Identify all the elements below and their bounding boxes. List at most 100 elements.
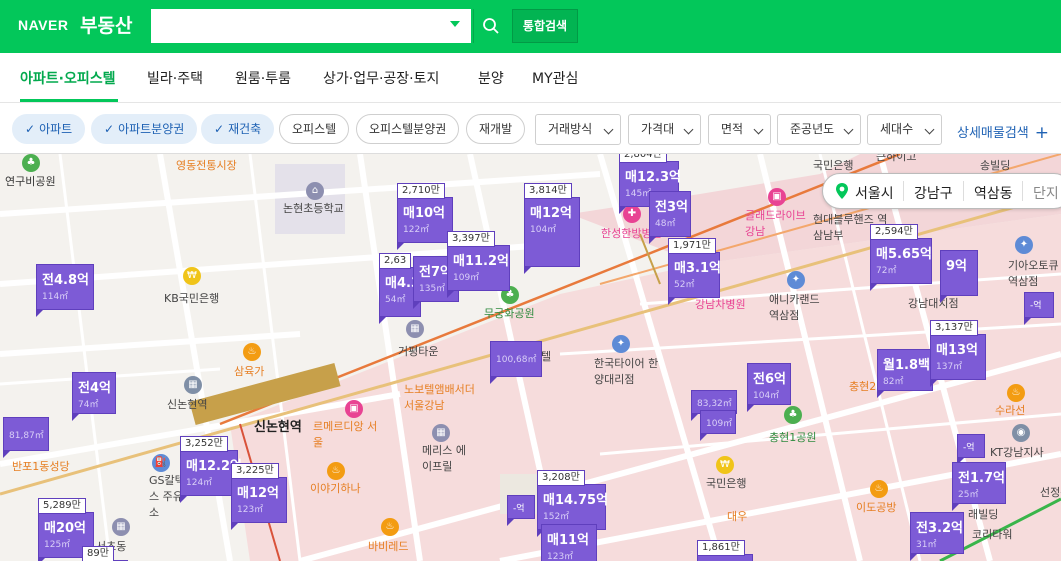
poi-label[interactable]: 한국타이어 한양대리점	[594, 355, 664, 387]
poi-label[interactable]: 강남대치점	[908, 295, 959, 311]
dropdown-trade-type[interactable]: 거래방식	[535, 114, 621, 145]
listing-marker[interactable]: 월1.8백 82㎡	[877, 349, 933, 398]
listing-marker[interactable]: 전1.7억 25㎡	[952, 462, 1006, 511]
listing-marker[interactable]: 전4억 74㎡	[72, 372, 116, 421]
listing-marker[interactable]: 전3억 48㎡	[649, 191, 691, 244]
poi-label[interactable]: 반포1동성당	[12, 458, 70, 474]
listing-marker[interactable]: 1,861만	[697, 540, 753, 561]
listing-marker[interactable]: 81,87㎡	[3, 417, 49, 458]
poi-label[interactable]: 국민은행	[706, 475, 746, 491]
breadcrumb-complex[interactable]: 단지	[1033, 183, 1059, 203]
station-label[interactable]: 신논현역	[254, 416, 302, 435]
listing-marker[interactable]: 3,252만 매12.2억 124㎡	[180, 436, 242, 503]
poi-label[interactable]: 수라선	[995, 402, 1025, 418]
marker-price: 9억	[946, 259, 968, 274]
poi-label[interactable]: 대우	[727, 508, 747, 524]
chip-reconstruction[interactable]: ✓ 재건축	[201, 114, 275, 144]
listing-marker[interactable]: 2,710만 매10억 122㎡	[397, 183, 453, 250]
poi-label[interactable]: 무궁화공원	[484, 305, 535, 321]
listing-marker[interactable]: 3,814만 매12억 104㎡	[524, 183, 580, 274]
tab-villa-house[interactable]: 빌라·주택	[147, 68, 203, 88]
price-per-pyeong: 2,63	[379, 253, 412, 269]
marker-price: 매3.1억	[674, 261, 721, 276]
chip-apartment[interactable]: ✓ 아파트	[12, 114, 86, 144]
poi-label[interactable]: 영동전통시장	[176, 157, 237, 173]
poi-label[interactable]: 글래드라이브 강남	[745, 207, 815, 239]
poi-label[interactable]: 거평타운	[398, 343, 438, 359]
poi-label[interactable]: KB국민은행	[164, 290, 219, 306]
listing-marker[interactable]: 전4.8억 114㎡	[36, 264, 94, 317]
poi-label[interactable]: 논현초등학교	[283, 200, 344, 216]
marker-area: 124㎡	[186, 478, 213, 488]
poi-label[interactable]: 연구비공원	[5, 173, 56, 189]
marker-area: 82㎡	[883, 377, 904, 387]
region-breadcrumb[interactable]: 서울시 강남구 역삼동 단지	[822, 173, 1061, 209]
listing-marker[interactable]: 9억	[940, 250, 978, 303]
map-canvas[interactable]: ♣ 연구비공원 영동전통시장 ⌂ 논현초등학교 ₩ KB국민은행 ♨ 삼육가 ▦…	[0, 154, 1061, 561]
dropdown-build-year[interactable]: 준공년도	[777, 114, 861, 145]
poi-label[interactable]: 충현2	[849, 378, 876, 394]
poi-label[interactable]: 노보텔앰배서더 서울강남	[404, 381, 479, 413]
poi-label[interactable]: 선정릉	[1040, 484, 1061, 500]
listing-marker[interactable]: -억	[507, 495, 535, 526]
listing-marker[interactable]: 100,68㎡	[490, 341, 542, 384]
poi-label[interactable]: 코리타워	[972, 526, 1012, 542]
listing-marker[interactable]: 3,225만 매12억 123㎡	[231, 463, 287, 530]
listing-marker[interactable]: -억	[1024, 292, 1054, 325]
price-per-pyeong: 3,814만	[524, 183, 572, 199]
listing-marker[interactable]: 전3.2억 31㎡	[910, 512, 964, 561]
listing-marker[interactable]: 3,137만 매13억 137㎡	[930, 320, 986, 387]
poi-label[interactable]: 래빌딩	[968, 506, 998, 522]
poi-label[interactable]: 송빌딩	[980, 157, 1010, 173]
breadcrumb-divider	[963, 181, 964, 201]
detail-search-link[interactable]: 상세매물검색 +	[957, 122, 1049, 143]
marker-area: 83,32㎡	[697, 399, 732, 409]
poi-label[interactable]: 텔	[541, 348, 551, 364]
poi-label[interactable]: 르메르디앙 서울	[313, 418, 383, 450]
listing-marker[interactable]: 3,397만 매11.2억 109㎡	[447, 231, 510, 298]
breadcrumb-city[interactable]: 서울시	[855, 183, 894, 203]
poi-label[interactable]: 기아오토큐 역삼점	[1008, 257, 1061, 289]
breadcrumb-dong[interactable]: 역삼동	[974, 183, 1013, 203]
poi-label[interactable]: 이도공방	[856, 499, 896, 515]
tab-apartment-officetel[interactable]: 아파트·오피스텔	[20, 68, 115, 88]
poi-label[interactable]: 삼육가	[234, 363, 264, 379]
dropdown-households[interactable]: 세대수	[867, 114, 942, 145]
listing-marker[interactable]: 매11억 123㎡	[541, 524, 597, 561]
marker-area: 74㎡	[78, 400, 99, 410]
tab-presale[interactable]: 분양	[478, 68, 504, 88]
listing-marker[interactable]: -억	[957, 434, 985, 465]
chip-officetel[interactable]: 오피스텔	[279, 114, 350, 144]
poi-label[interactable]: 국민은행	[813, 157, 853, 173]
search-dropdown-icon[interactable]	[450, 21, 460, 27]
poi-label[interactable]: KT강남지사	[990, 444, 1044, 460]
listing-marker[interactable]: 2,594만 매5.65억 72㎡	[870, 224, 932, 291]
poi-label[interactable]: 큰하이고	[876, 154, 916, 164]
poi-label[interactable]: 강남차병원	[695, 296, 746, 312]
chip-officetel-presale[interactable]: 오피스텔분양권	[356, 114, 460, 144]
tab-oneroom-tworoom[interactable]: 원룸·투룸	[235, 68, 291, 88]
chip-redevelopment[interactable]: 재개발	[466, 114, 526, 144]
poi-label[interactable]: 메리스 에이프릴	[422, 442, 472, 474]
poi-label[interactable]: 신논현역	[167, 396, 207, 412]
listing-marker[interactable]: 1,971만 매3.1억 52㎡	[668, 238, 721, 305]
listing-marker[interactable]: 전6억 104㎡	[747, 363, 791, 412]
tab-commercial-land[interactable]: 상가·업무·공장·토지	[323, 68, 439, 88]
chip-apartment-presale[interactable]: ✓ 아파트분양권	[91, 114, 198, 144]
search-button[interactable]	[473, 9, 508, 43]
naver-logo[interactable]: NAVER	[18, 17, 68, 33]
poi-label[interactable]: 충현1공원	[769, 429, 816, 445]
poi-label[interactable]: 이야기하나	[310, 480, 361, 496]
poi-label[interactable]: 바비레드	[368, 538, 408, 554]
service-logo[interactable]: 부동산	[80, 11, 132, 38]
search-input[interactable]	[151, 9, 471, 43]
shopping-icon: ▣	[768, 188, 786, 206]
listing-marker[interactable]: 109㎡	[700, 410, 736, 441]
poi-label[interactable]: 애니카랜드 역삼점	[769, 291, 829, 323]
dropdown-area[interactable]: 면적	[708, 114, 771, 145]
breadcrumb-district[interactable]: 강남구	[914, 183, 953, 203]
tab-my-interest[interactable]: MY관심	[532, 68, 578, 88]
building-icon: ▦	[432, 424, 450, 442]
dropdown-price[interactable]: 가격대	[628, 114, 701, 145]
unified-search-button[interactable]: 통합검색	[512, 9, 578, 43]
